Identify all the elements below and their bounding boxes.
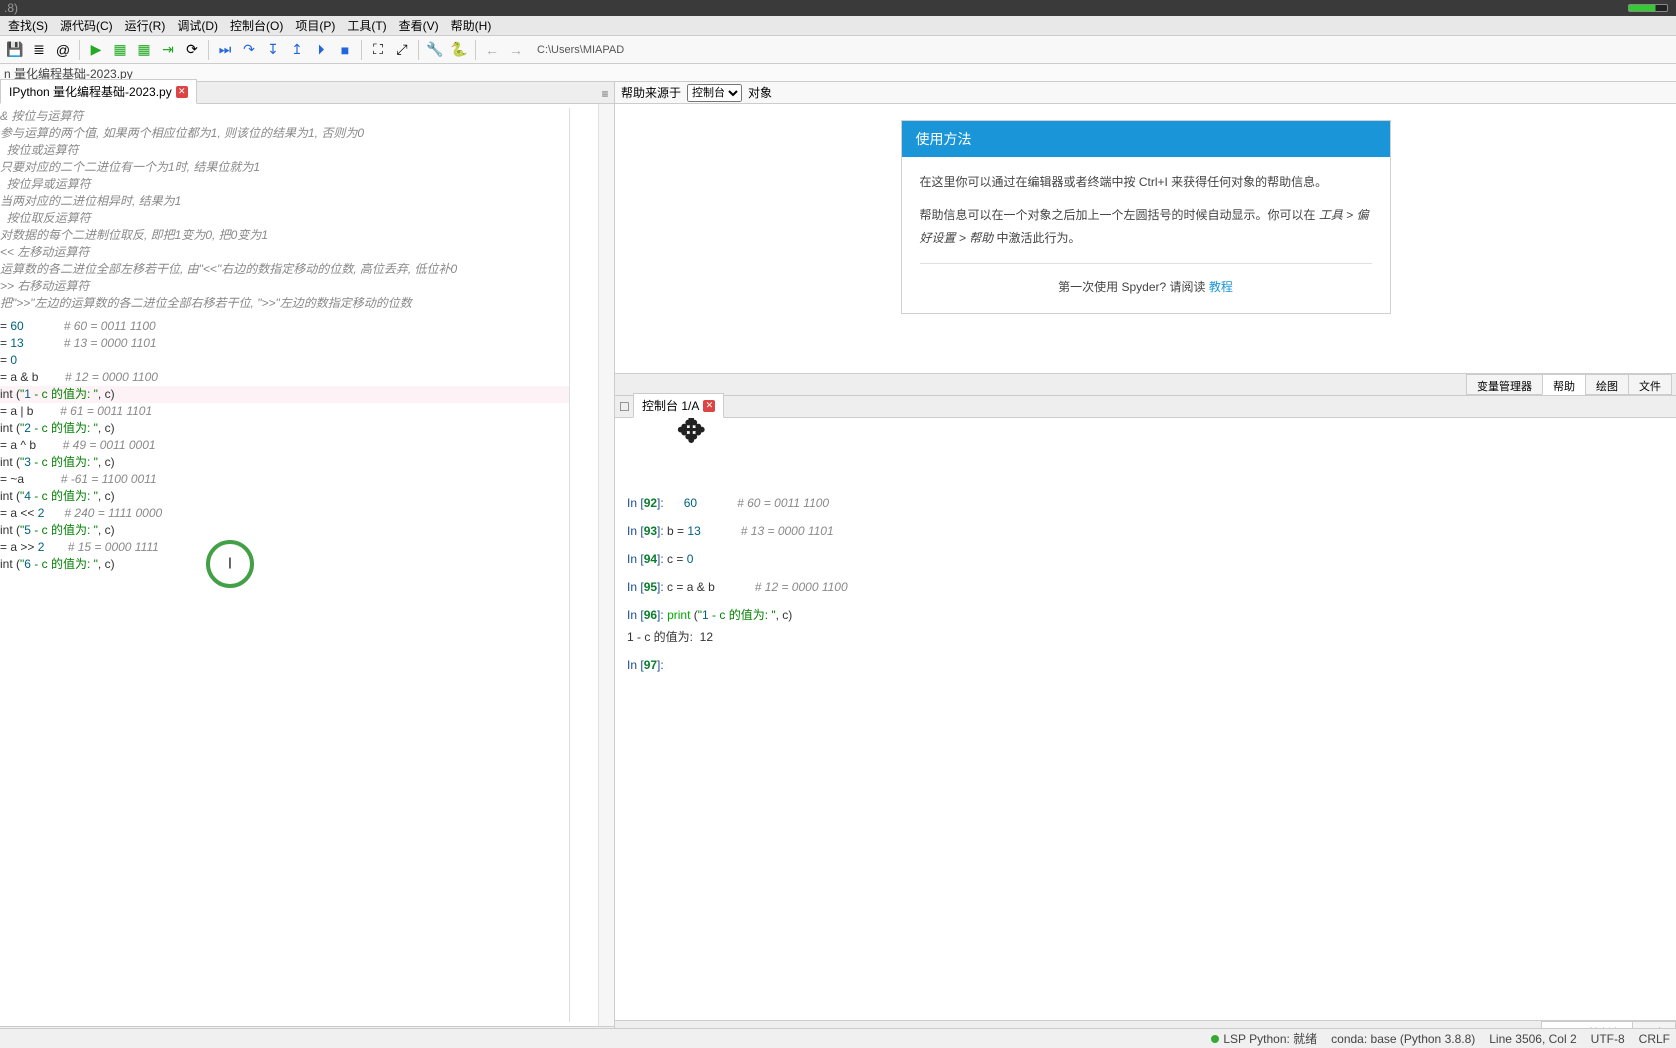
- menu-find[interactable]: 查找(S): [2, 15, 54, 36]
- console-tab-label: 控制台 1/A: [642, 397, 699, 414]
- editor-pane: IPython 量化编程基础-2023.py ✕ ≡ & 按位与运算符参与运算的…: [0, 82, 615, 1042]
- continue-icon[interactable]: ⏵: [310, 39, 332, 61]
- help-header: 帮助来源于 控制台 对象: [615, 82, 1676, 104]
- menu-tools[interactable]: 工具(T): [341, 15, 392, 36]
- menu-view[interactable]: 查看(V): [393, 15, 445, 36]
- help-panel: 使用方法 在这里你可以通过在编辑器或者终端中按 Ctrl+I 来获得任何对象的帮…: [615, 104, 1676, 374]
- restart-icon[interactable]: ⟳: [181, 39, 203, 61]
- tab-help[interactable]: 帮助: [1542, 374, 1586, 395]
- run-icon[interactable]: ▶: [85, 39, 107, 61]
- help-line1: 在这里你可以通过在编辑器或者终端中按 Ctrl+I 来获得任何对象的帮助信息。: [920, 171, 1372, 194]
- os-titlebar: .8): [0, 0, 1676, 16]
- help-object-label: 对象: [748, 84, 772, 101]
- preferences-icon[interactable]: 🔧: [424, 39, 446, 61]
- close-icon[interactable]: ✕: [176, 86, 188, 98]
- ipython-console[interactable]: ✥ In [92]: 60 # 60 = 0011 1100In [93]: b…: [615, 418, 1676, 1020]
- tutorial-link[interactable]: 教程: [1209, 280, 1233, 294]
- editor-tab-label: IPython 量化编程基础-2023.py: [9, 83, 172, 100]
- help-box-body: 在这里你可以通过在编辑器或者终端中按 Ctrl+I 来获得任何对象的帮助信息。 …: [902, 157, 1390, 313]
- run-selection-icon[interactable]: ⇥: [157, 39, 179, 61]
- at-icon[interactable]: @: [52, 39, 74, 61]
- python-path-icon[interactable]: 🐍: [448, 39, 470, 61]
- step-out-icon[interactable]: ↥: [286, 39, 308, 61]
- main-toolbar: 💾 ≣ @ ▶ ▦ ▦ ⇥ ⟳ ⏭ ↷ ↧ ↥ ⏵ ■ ⛶ ⤢ 🔧 🐍 ← → …: [0, 36, 1676, 64]
- help-tabs: 变量管理器 帮助 绘图 文件: [615, 374, 1676, 396]
- move-cursor-icon: ✥: [677, 420, 706, 442]
- close-icon[interactable]: ✕: [703, 400, 715, 412]
- editor-tabs: IPython 量化编程基础-2023.py ✕ ≡: [0, 82, 614, 104]
- console-options-icon[interactable]: ☐: [615, 397, 633, 417]
- run-cell-advance-icon[interactable]: ▦: [133, 39, 155, 61]
- menu-run[interactable]: 运行(R): [119, 15, 172, 36]
- help-source-select[interactable]: 控制台: [687, 84, 742, 102]
- status-eol: CRLF: [1639, 1032, 1670, 1046]
- menu-console[interactable]: 控制台(O): [224, 15, 289, 36]
- stop-icon[interactable]: ■: [334, 39, 356, 61]
- help-line2: 帮助信息可以在一个对象之后加上一个左圆括号的时候自动显示。你可以在 工具 > 偏…: [920, 204, 1372, 250]
- status-cursor: Line 3506, Col 2: [1489, 1032, 1576, 1046]
- editor-tab-active[interactable]: IPython 量化编程基础-2023.py ✕: [0, 79, 197, 104]
- menu-project[interactable]: 项目(P): [289, 15, 341, 36]
- forward-icon[interactable]: →: [505, 39, 527, 61]
- list-icon[interactable]: ≣: [28, 39, 50, 61]
- menu-source[interactable]: 源代码(C): [54, 15, 119, 36]
- menu-debug[interactable]: 调试(D): [171, 15, 224, 36]
- fullscreen-icon[interactable]: ⤢: [391, 39, 413, 61]
- run-cell-icon[interactable]: ▦: [109, 39, 131, 61]
- status-lsp: LSP Python: 就绪: [1211, 1030, 1317, 1047]
- outline-icon[interactable]: ≡: [596, 85, 614, 103]
- console-tabs: ☐ 控制台 1/A ✕: [615, 396, 1676, 418]
- tab-files[interactable]: 文件: [1628, 374, 1672, 395]
- help-footer: 第一次使用 Spyder? 请阅读 教程: [920, 263, 1372, 299]
- status-conda: conda: base (Python 3.8.8): [1331, 1032, 1475, 1046]
- help-source-label: 帮助来源于: [621, 84, 681, 101]
- menu-bar: 查找(S) 源代码(C) 运行(R) 调试(D) 控制台(O) 项目(P) 工具…: [0, 16, 1676, 36]
- help-usage-box: 使用方法 在这里你可以通过在编辑器或者终端中按 Ctrl+I 来获得任何对象的帮…: [901, 120, 1391, 314]
- version-label: .8): [4, 1, 18, 15]
- status-bar: LSP Python: 就绪 conda: base (Python 3.8.8…: [0, 1028, 1676, 1048]
- step-over-icon[interactable]: ↷: [238, 39, 260, 61]
- help-box-title: 使用方法: [902, 121, 1390, 157]
- maximize-icon[interactable]: ⛶: [367, 39, 389, 61]
- right-pane: 帮助来源于 控制台 对象 使用方法 在这里你可以通过在编辑器或者终端中按 Ctr…: [615, 82, 1676, 1042]
- save-icon[interactable]: 💾: [4, 39, 26, 61]
- status-encoding: UTF-8: [1591, 1032, 1625, 1046]
- menu-help[interactable]: 帮助(H): [445, 15, 498, 36]
- working-dir-label: C:\Users\MIAPAD: [537, 44, 624, 56]
- back-icon[interactable]: ←: [481, 39, 503, 61]
- debug-icon[interactable]: ⏭: [214, 39, 236, 61]
- status-dot-icon: [1211, 1035, 1219, 1043]
- step-in-icon[interactable]: ↧: [262, 39, 284, 61]
- vertical-scrollbar[interactable]: [598, 104, 614, 1026]
- file-path-bar: n 量化编程基础-2023.py: [0, 64, 1676, 82]
- code-editor[interactable]: & 按位与运算符参与运算的两个值, 如果两个相应位都为1, 则该位的结果为1, …: [0, 104, 614, 1026]
- battery-indicator: [1628, 4, 1668, 12]
- tab-variable-explorer[interactable]: 变量管理器: [1466, 374, 1543, 395]
- console-tab-active[interactable]: 控制台 1/A ✕: [633, 393, 724, 418]
- tab-plots[interactable]: 绘图: [1585, 374, 1629, 395]
